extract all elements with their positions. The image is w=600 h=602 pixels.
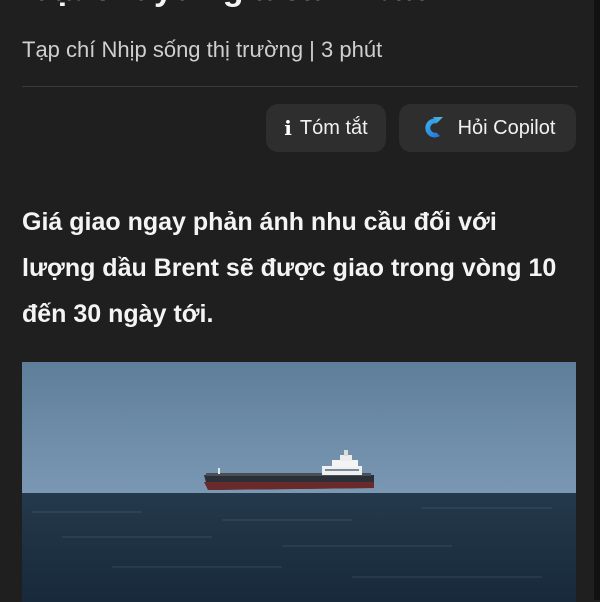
tanker-photo-image	[22, 362, 576, 602]
divider	[22, 86, 578, 87]
copilot-button-label: Hỏi Copilot	[457, 116, 556, 139]
screen-edge	[594, 0, 600, 600]
article-photo[interactable]	[22, 362, 576, 602]
info-icon: i	[284, 116, 292, 140]
article-lead: Giá giao ngay phản ánh nhu cầu đối với l…	[22, 208, 557, 328]
copilot-icon	[424, 117, 443, 138]
summary-button[interactable]: i Tóm tắt	[266, 104, 386, 152]
summary-button-label: Tóm tắt	[299, 116, 368, 139]
ask-copilot-button[interactable]: Hỏi Copilot	[399, 104, 576, 152]
article-title: loạt chuyên gia cảnh báo	[22, 0, 433, 9]
article-byline[interactable]: Tạp chí Nhịp sống thị trường | 3 phút	[22, 37, 382, 63]
